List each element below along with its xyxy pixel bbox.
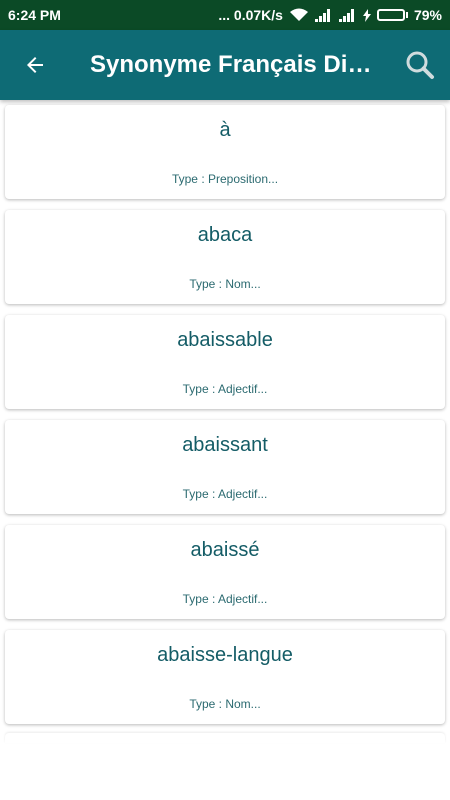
search-button[interactable]	[390, 30, 450, 100]
next-list-item-edge	[5, 733, 445, 743]
entry-type: Type : Adjectif...	[182, 382, 268, 396]
signal-icon	[314, 8, 333, 22]
app-bar: Synonyme Français Dict…	[0, 30, 450, 100]
list-item[interactable]: à Type : Preposition...	[5, 105, 445, 199]
list-item[interactable]: abaca Type : Nom...	[5, 210, 445, 304]
entry-type: Type : Preposition...	[171, 172, 279, 186]
list-item[interactable]: abaisse-langue Type : Nom...	[5, 630, 445, 724]
entry-word: à	[219, 119, 231, 141]
entry-word: abaca	[197, 224, 253, 246]
signal-icon-2	[338, 8, 357, 22]
entry-word: abaisse-langue	[157, 644, 293, 666]
arrow-left-icon	[27, 57, 43, 73]
list-item[interactable]: abaissant Type : Adjectif...	[5, 420, 445, 514]
entry-word: abaissé	[190, 539, 260, 561]
list-item[interactable]: abaissé Type : Adjectif...	[5, 525, 445, 619]
entry-type: Type : Nom...	[189, 277, 261, 291]
status-time: 6:24 PM	[8, 7, 61, 23]
entry-type: Type : Adjectif...	[182, 487, 268, 501]
back-button[interactable]	[0, 30, 70, 100]
status-indicators: ... 0.07K/s 79%	[218, 7, 442, 23]
search-icon	[406, 51, 434, 79]
entry-word: abaissant	[182, 434, 268, 456]
status-bar: 6:24 PM ... 0.07K/s 79%	[0, 0, 450, 30]
list-item[interactable]: abaissable Type : Adjectif...	[5, 315, 445, 409]
network-speed: ... 0.07K/s	[218, 7, 283, 23]
battery-icon	[376, 9, 408, 21]
wifi-icon	[289, 8, 309, 22]
page-title: Synonyme Français Dict…	[90, 51, 390, 78]
battery-percent: 79%	[413, 7, 442, 23]
entry-type: Type : Adjectif...	[182, 592, 268, 606]
entry-word: abaissable	[177, 329, 273, 351]
entry-type: Type : Nom...	[189, 697, 261, 711]
charging-icon	[362, 8, 371, 22]
